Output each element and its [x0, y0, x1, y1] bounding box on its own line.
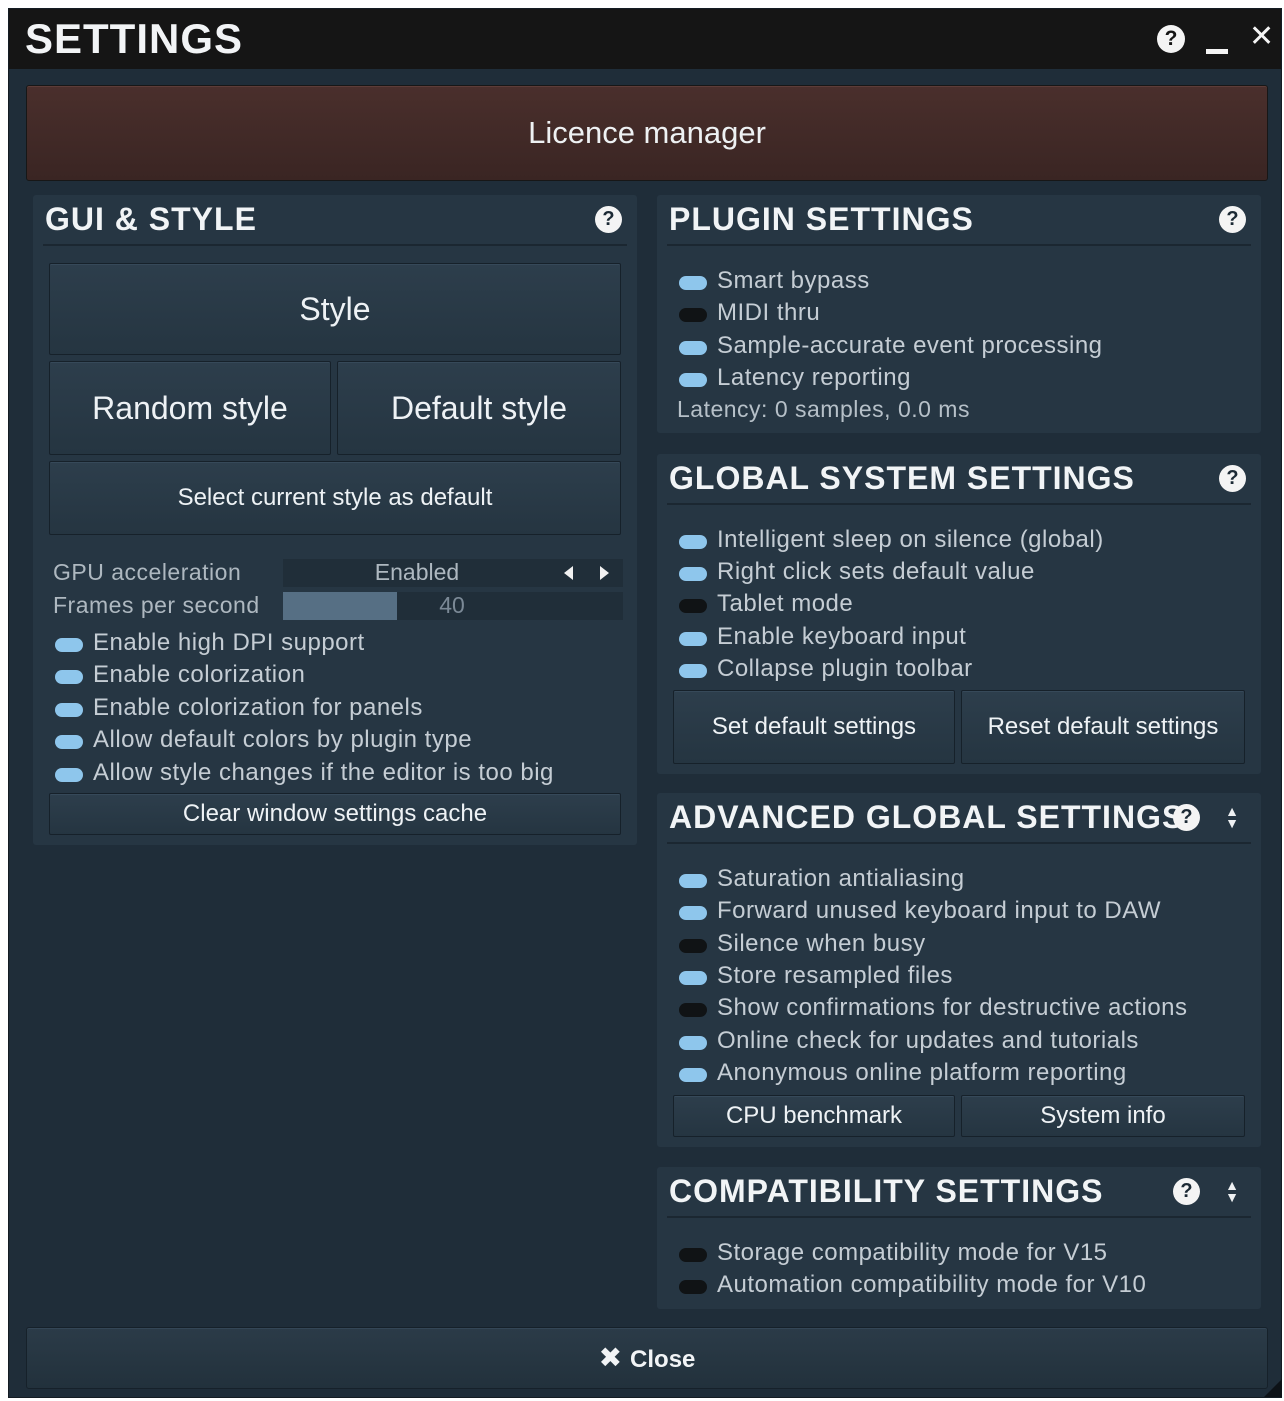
advanced-global-settings-panel: ADVANCED GLOBAL SETTINGS ? ▲ ▼ Saturation…	[657, 793, 1261, 1147]
help-icon[interactable]: ?	[1173, 804, 1200, 831]
default-style-button[interactable]: Default style	[337, 361, 621, 455]
toggle-switch[interactable]	[679, 599, 707, 613]
close-icon: ✖	[598, 1342, 623, 1373]
toggle-label: Intelligent sleep on silence (global)	[717, 526, 1104, 553]
panel-title: PLUGIN SETTINGS	[669, 201, 974, 237]
resize-handle[interactable]	[1264, 1379, 1282, 1397]
window-title: SETTINGS	[25, 15, 244, 62]
licence-manager-button[interactable]: Licence manager	[26, 85, 1268, 181]
set-default-settings-button[interactable]: Set default settings	[673, 690, 955, 764]
title-bar: SETTINGS ? ✕	[9, 9, 1281, 69]
plugin-settings-panel: PLUGIN SETTINGS ? Smart bypass MIDI thru…	[657, 195, 1261, 433]
toggle-label: Allow style changes if the editor is too…	[93, 759, 554, 786]
toggle-switch[interactable]	[55, 638, 83, 652]
toggle-label: Smart bypass	[717, 267, 870, 294]
divider	[667, 503, 1251, 505]
toggle-switch[interactable]	[679, 276, 707, 290]
reset-default-settings-button[interactable]: Reset default settings	[961, 690, 1245, 764]
toggle-label: Enable high DPI support	[93, 629, 365, 656]
toggle-switch[interactable]	[55, 768, 83, 782]
latency-readout: Latency: 0 samples, 0.0 ms	[677, 396, 970, 422]
fps-value: 40	[439, 592, 465, 618]
toggle-label: Sample-accurate event processing	[717, 332, 1103, 359]
random-style-button[interactable]: Random style	[49, 361, 331, 455]
arrow-right-icon[interactable]	[600, 566, 609, 580]
close-button[interactable]: ✖ Close	[26, 1327, 1268, 1389]
toggle-switch[interactable]	[679, 1248, 707, 1262]
compatibility-settings-panel: COMPATIBILITY SETTINGS ? ▲ ▼ Storage comp…	[657, 1167, 1261, 1309]
toggle-label: Store resampled files	[717, 962, 953, 989]
divider	[667, 842, 1251, 844]
panel-title: GUI & STYLE	[45, 201, 257, 237]
toggle-switch[interactable]	[679, 664, 707, 678]
help-icon[interactable]: ?	[1219, 465, 1246, 492]
cpu-benchmark-button[interactable]: CPU benchmark	[673, 1095, 955, 1137]
gpu-acceleration-label: GPU acceleration	[53, 559, 242, 585]
toggle-label: Automation compatibility mode for V10	[717, 1271, 1147, 1298]
panel-title: GLOBAL SYSTEM SETTINGS	[669, 460, 1135, 496]
toggle-switch[interactable]	[55, 703, 83, 717]
gui-style-panel: GUI & STYLE ? Style Random style Default…	[33, 195, 637, 845]
help-icon[interactable]: ?	[595, 206, 622, 233]
arrow-left-icon[interactable]	[564, 566, 573, 580]
toggle-label: Show confirmations for destructive actio…	[717, 994, 1188, 1021]
divider	[43, 244, 627, 246]
toggle-switch[interactable]	[679, 1280, 707, 1294]
toggle-label: Tablet mode	[717, 590, 854, 617]
expand-collapse-icon[interactable]: ▲ ▼	[1225, 1178, 1239, 1204]
toggle-label: Collapse plugin toolbar	[717, 655, 973, 682]
settings-window: SETTINGS ? ✕ Licence manager GUI & STYLE…	[8, 8, 1282, 1398]
toggle-label: MIDI thru	[717, 299, 821, 326]
toggle-switch[interactable]	[679, 1003, 707, 1017]
minimize-icon[interactable]	[1206, 49, 1228, 54]
system-info-button[interactable]: System info	[961, 1095, 1245, 1137]
toggle-label: Silence when busy	[717, 930, 926, 957]
toggle-switch[interactable]	[679, 1068, 707, 1082]
toggle-switch[interactable]	[679, 308, 707, 322]
toggle-label: Saturation antialiasing	[717, 865, 965, 892]
toggle-label: Online check for updates and tutorials	[717, 1027, 1139, 1054]
fps-slider[interactable]: 40	[283, 592, 623, 620]
toggle-switch[interactable]	[679, 373, 707, 387]
global-system-settings-panel: GLOBAL SYSTEM SETTINGS ? Intelligent sle…	[657, 454, 1261, 774]
toggle-label: Anonymous online platform reporting	[717, 1059, 1127, 1086]
toggle-switch[interactable]	[679, 971, 707, 985]
toggle-label: Forward unused keyboard input to DAW	[717, 897, 1161, 924]
toggle-switch[interactable]	[55, 735, 83, 749]
toggle-label: Latency reporting	[717, 364, 911, 391]
toggle-switch[interactable]	[679, 939, 707, 953]
toggle-switch[interactable]	[55, 670, 83, 684]
help-icon[interactable]: ?	[1157, 25, 1185, 53]
toggle-label: Right click sets default value	[717, 558, 1035, 585]
toggle-label: Allow default colors by plugin type	[93, 726, 473, 753]
clear-window-cache-button[interactable]: Clear window settings cache	[49, 793, 621, 835]
close-icon[interactable]: ✕	[1249, 19, 1274, 54]
expand-collapse-icon[interactable]: ▲ ▼	[1225, 804, 1239, 830]
toggle-switch[interactable]	[679, 341, 707, 355]
toggle-label: Enable colorization for panels	[93, 694, 423, 721]
panel-title: ADVANCED GLOBAL SETTINGS	[669, 799, 1185, 835]
close-label: Close	[630, 1346, 696, 1373]
select-default-style-button[interactable]: Select current style as default	[49, 461, 621, 535]
gpu-acceleration-value: Enabled	[374, 559, 460, 585]
toggle-switch[interactable]	[679, 535, 707, 549]
toggle-switch[interactable]	[679, 632, 707, 646]
toggle-switch[interactable]	[679, 567, 707, 581]
help-icon[interactable]: ?	[1173, 1178, 1200, 1205]
toggle-label: Enable keyboard input	[717, 623, 967, 650]
divider	[667, 1216, 1251, 1218]
toggle-label: Enable colorization	[93, 661, 306, 688]
toggle-switch[interactable]	[679, 906, 707, 920]
divider	[667, 244, 1251, 246]
toggle-label: Storage compatibility mode for V15	[717, 1239, 1108, 1266]
toggle-switch[interactable]	[679, 874, 707, 888]
panel-title: COMPATIBILITY SETTINGS	[669, 1173, 1104, 1209]
toggle-switch[interactable]	[679, 1036, 707, 1050]
style-button[interactable]: Style	[49, 263, 621, 355]
help-icon[interactable]: ?	[1219, 206, 1246, 233]
gpu-acceleration-selector[interactable]: Enabled	[283, 559, 623, 587]
fps-slider-fill	[283, 592, 397, 620]
fps-label: Frames per second	[53, 592, 260, 618]
